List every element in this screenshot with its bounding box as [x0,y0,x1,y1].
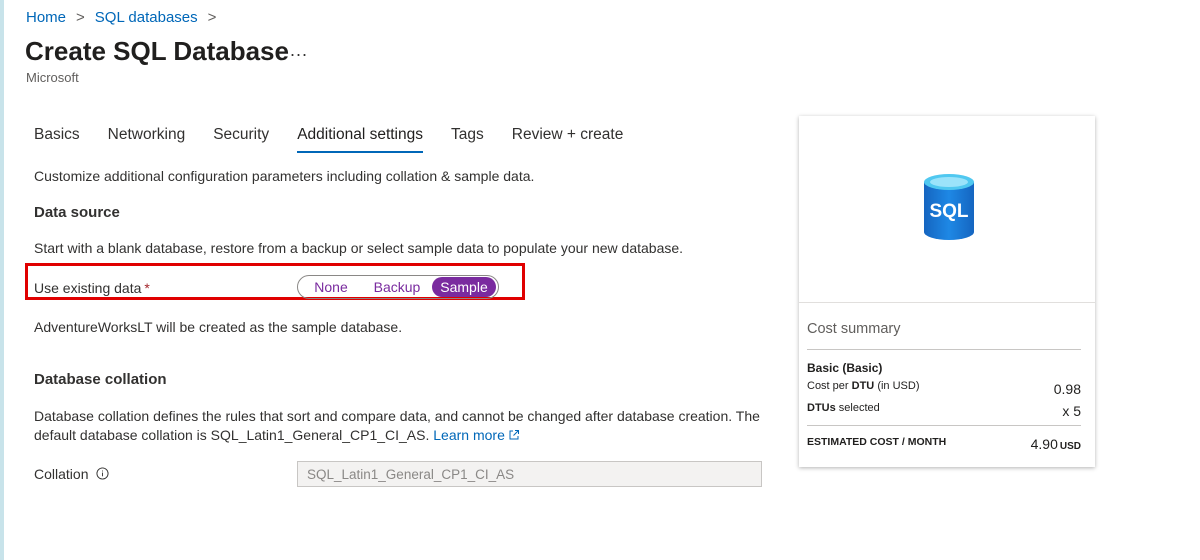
publisher-label: Microsoft [26,70,79,85]
tab-networking[interactable]: Networking [108,126,186,153]
collation-label: Collation [34,466,89,482]
card-divider [807,425,1081,426]
data-source-description: Start with a blank database, restore fro… [34,240,684,256]
required-asterisk: * [144,280,150,296]
wizard-tabs: Basics Networking Security Additional se… [34,126,651,153]
estimated-cost-amount: 4.90 [1030,436,1058,452]
data-source-heading: Data source [34,204,120,221]
card-divider [807,349,1081,350]
cost-per-suffix: (in USD) [877,380,920,392]
dtus-label: DTUs [807,402,836,414]
sql-icon-label: SQL [929,201,968,222]
dtus-selected-value: x 5 [1062,403,1081,419]
cost-summary-card: SQL Cost summary Basic (Basic) Cost per … [799,116,1095,467]
intro-text: Customize additional configuration param… [34,168,535,184]
dtus-selected-label: DTUs selected [807,402,880,414]
collation-description-line2: default database collation is SQL_Latin1… [34,427,520,443]
cost-per-prefix: Cost per [807,380,849,392]
tab-additional-settings[interactable]: Additional settings [297,126,423,153]
dtus-suffix: selected [838,402,880,414]
cost-summary-title: Cost summary [807,321,901,337]
collation-description-line1: Database collation defines the rules tha… [34,408,760,424]
left-edge-bar [0,0,4,560]
breadcrumb-home-link[interactable]: Home [26,9,66,26]
estimated-cost-label: ESTIMATED COST / MONTH [807,436,947,448]
learn-more-label: Learn more [433,427,505,443]
info-icon[interactable] [96,467,109,480]
tab-security[interactable]: Security [213,126,269,153]
use-existing-data-label-text: Use existing data [34,280,142,296]
tab-basics[interactable]: Basics [34,126,80,153]
breadcrumb-separator: > [76,9,85,26]
option-backup[interactable]: Backup [362,277,432,297]
option-none[interactable]: None [300,277,362,297]
sql-database-icon: SQL [924,174,974,240]
breadcrumb: Home > SQL databases > [26,9,226,26]
more-options-icon[interactable]: ... [290,40,308,61]
use-existing-data-label: Use existing data * [34,280,150,296]
estimated-cost-value: 4.90 USD [1031,436,1081,452]
page-title: Create SQL Database [25,36,289,66]
cost-per-dtu-label: Cost per DTU (in USD) [807,380,919,392]
plan-name: Basic (Basic) [807,361,883,375]
learn-more-link[interactable]: Learn more [433,427,520,443]
tab-tags[interactable]: Tags [451,126,484,153]
collation-input[interactable] [297,461,762,487]
option-sample-selected[interactable]: Sample [432,277,496,297]
breadcrumb-sql-databases-link[interactable]: SQL databases [95,9,198,26]
breadcrumb-separator: > [207,9,217,26]
external-link-icon [509,430,519,440]
currency-label: USD [1059,441,1081,452]
sample-database-note: AdventureWorksLT will be created as the … [34,319,403,335]
card-header: SQL [799,116,1095,303]
database-collation-heading: Database collation [34,371,167,388]
cost-per-dtu-value: 0.98 [1053,381,1081,397]
cost-per-unit: DTU [851,380,875,392]
use-existing-data-toggle: None Backup Sample [297,275,499,299]
tab-review-create[interactable]: Review + create [512,126,624,153]
collation-description-text: default database collation is SQL_Latin1… [34,427,430,443]
